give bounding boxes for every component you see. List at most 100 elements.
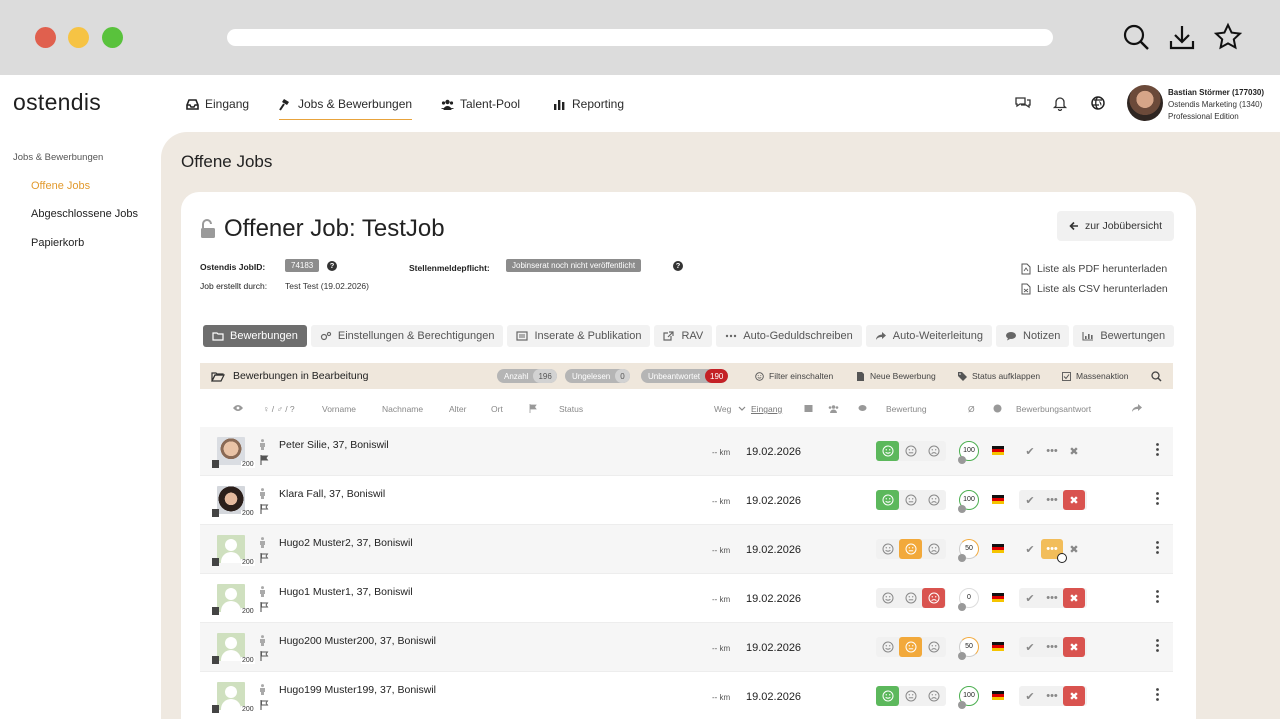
accept-icon[interactable]: ✔ (1019, 539, 1041, 559)
csv-download-link[interactable]: Liste als CSV herunterladen (1021, 283, 1168, 295)
tab-bewerbungen[interactable]: Bewerbungen (203, 325, 307, 347)
accept-icon[interactable]: ✔ (1019, 686, 1041, 706)
bell-icon[interactable] (1052, 95, 1068, 111)
document-icon[interactable] (212, 705, 219, 713)
candidate-name[interactable]: Peter Silie, 37, Boniswil (279, 439, 389, 451)
kebab-menu-icon[interactable] (1156, 492, 1159, 505)
nav-item-talent-pool[interactable]: Talent-Pool (441, 95, 520, 113)
col-gender[interactable]: ♀ / ♂ / ? (263, 404, 295, 414)
nav-item-eingang[interactable]: Eingang (186, 95, 249, 113)
reject-icon[interactable]: ✖ (1063, 490, 1085, 510)
neutral-face-icon[interactable] (899, 686, 922, 706)
nav-item-jobs-bewerbungen[interactable]: Jobs & Bewerbungen (279, 95, 413, 120)
reject-icon[interactable]: ✖ (1063, 441, 1085, 461)
tab-einstellungen[interactable]: Einstellungen & Berechtigungen (310, 325, 504, 347)
reject-icon[interactable]: ✖ (1063, 588, 1085, 608)
sidebar-item-offene-jobs[interactable]: Offene Jobs (31, 180, 90, 192)
count-badge-unbeantwortet[interactable]: Unbeantwortet 190 (641, 369, 729, 383)
col-durchschnitt[interactable]: Ø (968, 404, 975, 414)
kebab-menu-icon[interactable] (1156, 639, 1159, 652)
kebab-menu-icon[interactable] (1156, 590, 1159, 603)
frown-icon[interactable] (922, 588, 945, 608)
reject-icon[interactable]: ✖ (1063, 637, 1085, 657)
smile-icon[interactable] (876, 441, 899, 461)
accept-icon[interactable]: ✔ (1019, 588, 1041, 608)
document-icon[interactable] (212, 607, 219, 615)
neutral-face-icon[interactable] (899, 539, 922, 559)
table-row[interactable]: 200 Hugo1 Muster1, 37, Boniswil -- km 19… (200, 574, 1173, 623)
pending-icon[interactable]: ••• (1041, 637, 1063, 657)
search-icon[interactable] (1151, 371, 1162, 382)
candidate-name[interactable]: Klara Fall, 37, Boniswil (279, 488, 385, 500)
tab-notizen[interactable]: Notizen (996, 325, 1070, 347)
neutral-face-icon[interactable] (899, 490, 922, 510)
help-icon[interactable]: ? (327, 261, 337, 271)
document-icon[interactable] (212, 509, 219, 517)
smile-icon[interactable] (876, 539, 899, 559)
smile-icon[interactable] (876, 637, 899, 657)
tab-auto-weiterleitung[interactable]: Auto-Weiterleitung (865, 325, 993, 347)
table-row[interactable]: 200 Hugo200 Muster200, 37, Boniswil -- k… (200, 623, 1173, 672)
document-icon[interactable] (212, 558, 219, 566)
nav-item-reporting[interactable]: Reporting (553, 95, 624, 113)
table-row[interactable]: 200 Peter Silie, 37, Boniswil -- km 19.0… (200, 427, 1173, 476)
accept-icon[interactable]: ✔ (1019, 490, 1041, 510)
tab-rav[interactable]: RAV (654, 325, 713, 347)
frown-icon[interactable] (922, 686, 945, 706)
download-icon[interactable] (1167, 22, 1197, 52)
new-application-button[interactable]: Neue Bewerbung (856, 371, 936, 381)
document-icon[interactable] (212, 656, 219, 664)
tab-inserate[interactable]: Inserate & Publikation (507, 325, 651, 347)
globe-icon[interactable] (1090, 95, 1106, 111)
sidebar-item-papierkorb[interactable]: Papierkorb (31, 237, 84, 249)
frown-icon[interactable] (922, 539, 945, 559)
window-maximize-dot[interactable] (102, 27, 123, 48)
col-bewertung[interactable]: Bewertung (886, 404, 927, 414)
star-icon[interactable] (1213, 22, 1243, 52)
back-to-jobs-button[interactable]: zur Jobübersicht (1057, 211, 1174, 241)
expand-status-button[interactable]: Status aufklappen (958, 371, 1040, 381)
col-status[interactable]: Status (559, 404, 583, 414)
pending-icon[interactable]: ••• (1041, 490, 1063, 510)
table-row[interactable]: 200 Hugo2 Muster2, 37, Boniswil -- km 19… (200, 525, 1173, 574)
col-eingang[interactable]: Eingang (751, 404, 782, 414)
smile-icon[interactable] (876, 588, 899, 608)
user-avatar[interactable] (1127, 85, 1163, 121)
col-ort[interactable]: Ort (491, 404, 503, 414)
reject-icon[interactable]: ✖ (1063, 686, 1085, 706)
help-icon[interactable]: ? (673, 261, 683, 271)
candidate-name[interactable]: Hugo199 Muster199, 37, Boniswil (279, 684, 436, 696)
search-icon[interactable] (1121, 22, 1151, 52)
accept-icon[interactable]: ✔ (1019, 441, 1041, 461)
ostendis-logo[interactable]: ostendis (13, 89, 101, 116)
col-weg[interactable]: Weg (714, 404, 731, 414)
candidate-name[interactable]: Hugo1 Muster1, 37, Boniswil (279, 586, 413, 598)
kebab-menu-icon[interactable] (1156, 541, 1159, 554)
flag-icon[interactable] (260, 455, 270, 465)
kebab-menu-icon[interactable] (1156, 443, 1159, 456)
flag-icon[interactable] (260, 504, 270, 514)
chat-icon[interactable] (1015, 95, 1031, 111)
frown-icon[interactable] (922, 490, 945, 510)
filter-toggle[interactable]: Filter einschalten (755, 371, 833, 381)
frown-icon[interactable] (922, 637, 945, 657)
bulk-action-button[interactable]: Massenaktion (1062, 371, 1128, 381)
frown-icon[interactable] (922, 441, 945, 461)
smile-icon[interactable] (876, 686, 899, 706)
col-nachname[interactable]: Nachname (382, 404, 423, 414)
neutral-face-icon[interactable] (899, 637, 922, 657)
pending-icon[interactable]: ••• (1041, 686, 1063, 706)
kebab-menu-icon[interactable] (1156, 688, 1159, 701)
pdf-download-link[interactable]: Liste als PDF herunterladen (1021, 263, 1167, 275)
flag-icon[interactable] (260, 700, 270, 710)
table-row[interactable]: 200 Klara Fall, 37, Boniswil -- km 19.02… (200, 476, 1173, 525)
pending-icon[interactable]: ••• (1041, 441, 1063, 461)
flag-icon[interactable] (260, 553, 270, 563)
count-badge-ungelesen[interactable]: Ungelesen 0 (565, 369, 630, 383)
candidate-name[interactable]: Hugo200 Muster200, 37, Boniswil (279, 635, 436, 647)
col-bewerbungsantwort[interactable]: Bewerbungsantwort (1016, 404, 1091, 414)
document-icon[interactable] (212, 460, 219, 468)
address-bar[interactable] (227, 29, 1053, 46)
neutral-face-icon[interactable] (899, 588, 922, 608)
tab-auto-geduldschreiben[interactable]: Auto-Geduldschreiben (716, 325, 862, 347)
